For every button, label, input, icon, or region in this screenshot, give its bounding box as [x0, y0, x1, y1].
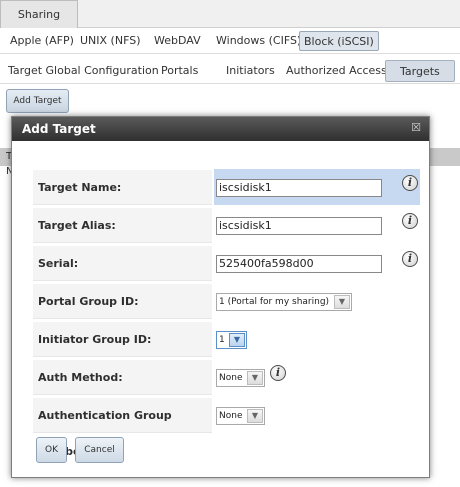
- info-icon[interactable]: i: [402, 175, 418, 191]
- info-icon[interactable]: i: [402, 251, 418, 267]
- add-target-dialog: Add Target ☒ Target Name: iscsidisk1 i T…: [11, 116, 430, 478]
- auth-method-select[interactable]: None ▼: [216, 369, 265, 387]
- initiator-group-select[interactable]: 1 ▼: [216, 331, 247, 349]
- auth-method-label: Auth Method:: [33, 359, 212, 395]
- initiator-group-cell: 1 ▼: [214, 321, 420, 357]
- tab-initiators[interactable]: Initiators: [222, 60, 279, 82]
- auth-group-cell: None ▼: [214, 397, 420, 433]
- form-row-portal-group: Portal Group ID: 1 (Portal for my sharin…: [33, 283, 420, 319]
- auth-group-select[interactable]: None ▼: [216, 407, 265, 425]
- add-target-button[interactable]: Add Target: [6, 89, 69, 113]
- tab-webdav[interactable]: WebDAV: [150, 31, 205, 51]
- portal-group-select[interactable]: 1 (Portal for my sharing) ▼: [216, 293, 352, 311]
- tab-unix-nfs[interactable]: UNIX (NFS): [76, 31, 144, 51]
- initiator-group-label: Initiator Group ID:: [33, 321, 212, 357]
- form-row-target-alias: Target Alias: iscsidisk1 i: [33, 207, 420, 243]
- sharing-sub-tabs: Apple (AFP) UNIX (NFS) WebDAV Windows (C…: [0, 28, 460, 54]
- dialog-titlebar: Add Target ☒: [12, 117, 429, 141]
- target-alias-input[interactable]: iscsidisk1: [216, 217, 382, 235]
- target-alias-label: Target Alias:: [33, 207, 212, 243]
- form-row-auth-group: Authentication Group number: None ▼: [33, 397, 420, 458]
- auth-method-value: None: [219, 373, 243, 383]
- chevron-down-icon[interactable]: ▼: [247, 371, 263, 385]
- auth-method-cell: None ▼ i: [214, 359, 420, 395]
- tab-authorized-access[interactable]: Authorized Access: [282, 60, 391, 82]
- form-row-auth-method: Auth Method: None ▼ i: [33, 359, 420, 395]
- close-icon[interactable]: ☒: [409, 121, 423, 135]
- tab-portals[interactable]: Portals: [157, 60, 202, 82]
- target-name-label: Target Name:: [33, 169, 212, 205]
- info-icon[interactable]: i: [270, 365, 286, 381]
- auth-group-label: Authentication Group number:: [33, 397, 212, 458]
- chevron-down-icon[interactable]: ▼: [334, 295, 350, 309]
- serial-cell: 525400fa598d00 i: [214, 245, 420, 281]
- auth-group-value: None: [219, 411, 243, 421]
- iscsi-tabs: Target Global Configuration Portals Init…: [0, 56, 460, 84]
- info-icon[interactable]: i: [402, 213, 418, 229]
- form-row-initiator-group: Initiator Group ID: 1 ▼: [33, 321, 420, 357]
- portal-group-cell: 1 (Portal for my sharing) ▼: [214, 283, 420, 319]
- target-name-input[interactable]: iscsidisk1: [216, 179, 382, 197]
- initiator-group-value: 1: [219, 335, 225, 345]
- tab-targets[interactable]: Targets: [385, 60, 455, 82]
- portal-group-label: Portal Group ID:: [33, 283, 212, 319]
- chevron-down-icon[interactable]: ▼: [247, 409, 263, 423]
- tab-target-global-configuration[interactable]: Target Global Configuration: [4, 60, 163, 82]
- cancel-button[interactable]: Cancel: [75, 437, 124, 463]
- tab-block-iscsi[interactable]: Block (iSCSI): [299, 31, 379, 51]
- portal-group-value: 1 (Portal for my sharing): [219, 297, 330, 307]
- serial-input[interactable]: 525400fa598d00: [216, 255, 382, 273]
- target-alias-cell: iscsidisk1 i: [214, 207, 420, 243]
- top-tab-strip: Sharing: [0, 0, 460, 29]
- serial-label: Serial:: [33, 245, 212, 281]
- tab-apple-afp[interactable]: Apple (AFP): [6, 31, 78, 51]
- target-name-cell: iscsidisk1 i: [214, 169, 420, 205]
- ok-button[interactable]: OK: [36, 437, 67, 463]
- tab-sharing[interactable]: Sharing: [0, 0, 78, 29]
- form-row-serial: Serial: 525400fa598d00 i: [33, 245, 420, 281]
- tab-windows-cifs[interactable]: Windows (CIFS): [212, 31, 305, 51]
- form-row-target-name: Target Name: iscsidisk1 i: [33, 169, 420, 205]
- dialog-title: Add Target: [22, 122, 96, 136]
- chevron-down-icon[interactable]: ▼: [229, 333, 245, 347]
